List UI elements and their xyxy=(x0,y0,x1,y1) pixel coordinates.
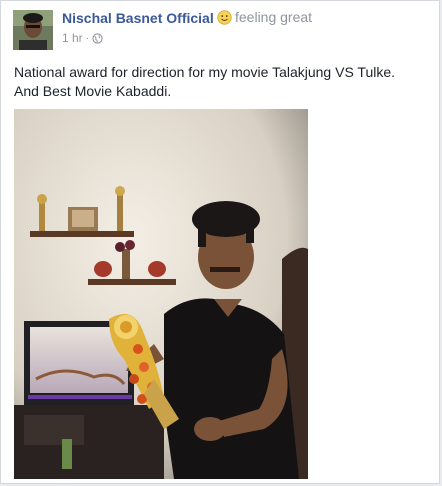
post-card: Nischal Basnet Official feeling great 1 … xyxy=(0,0,440,484)
timestamp[interactable]: 1 hr xyxy=(62,31,83,45)
avatar[interactable] xyxy=(13,10,53,50)
feeling-activity: feeling great xyxy=(217,9,312,25)
globe-icon[interactable] xyxy=(92,32,103,44)
smiley-emoji-icon xyxy=(217,9,232,25)
post-text-line: National award for direction for my movi… xyxy=(14,64,396,80)
meta-separator: · xyxy=(85,32,90,44)
post-text-line: And Best Movie Kabaddi. xyxy=(14,83,172,99)
author-name[interactable]: Nischal Basnet Official xyxy=(62,10,214,26)
post-photo[interactable] xyxy=(14,109,308,479)
post-meta: 1 hr · xyxy=(62,31,103,45)
award-photo xyxy=(14,109,308,479)
avatar-image xyxy=(13,10,53,50)
feeling-text: feeling great xyxy=(235,9,313,25)
post-text: National award for direction for my movi… xyxy=(14,63,424,101)
